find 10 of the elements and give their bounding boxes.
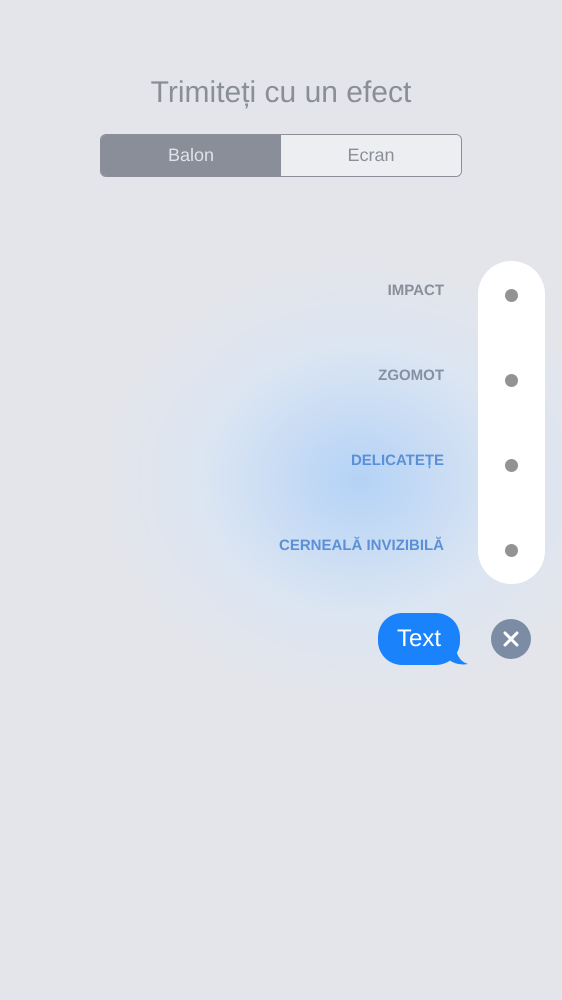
segment-tab[interactable]: Balon xyxy=(101,135,281,176)
sheet-title: Trimiteți cu un efect xyxy=(150,75,412,111)
effect-label[interactable]: ZGOMOT xyxy=(378,366,444,386)
segment-tab[interactable]: Ecran xyxy=(281,135,461,176)
message-bubble: Text xyxy=(378,613,460,665)
effect-label[interactable]: IMPACT xyxy=(388,281,444,301)
effect-label[interactable]: CERNEALĂ INVIZIBILĂ xyxy=(279,536,444,556)
close-button[interactable] xyxy=(491,619,531,659)
close-icon xyxy=(503,631,519,647)
effect-label[interactable]: DELICATEȚE xyxy=(350,451,444,471)
